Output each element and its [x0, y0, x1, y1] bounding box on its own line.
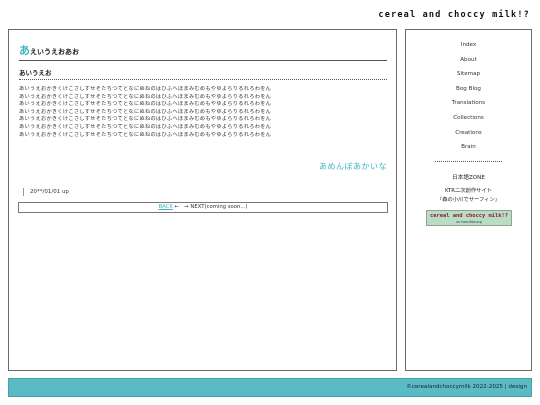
fan-site-link[interactable]: KTR二次創作サイト 『森の小川でサーフィン』	[406, 187, 531, 204]
sidebar: Index About Sitemap Bog Blog Translation…	[405, 29, 532, 371]
pager: BACK ← → NEXT(coming soon...)	[18, 202, 388, 213]
banner-title: cereal and choccy milk!?	[430, 213, 508, 219]
pager-arrows: ← →	[174, 204, 189, 210]
body-line: あいうえおかきくけこさしすせそたちつてとなにぬねのはひふへほまみむめもやゆよらり…	[19, 86, 272, 92]
body-line: あいうえおかきくけこさしすせそたちつてとなにぬねのはひふへほまみむめもやゆよらり…	[19, 108, 272, 115]
next-link: NEXT(coming soon...)	[190, 204, 248, 210]
nav-item-sitemap[interactable]: Sitemap	[406, 69, 531, 84]
body-line: あいうえおかきくけこさしすせそたちつてとなにぬねのはひふへほまみむめもやゆよらり…	[19, 131, 272, 138]
fan-site-line-2: 『森の小川でサーフィン』	[436, 196, 501, 203]
site-title[interactable]: cereal and choccy milk!?	[378, 10, 530, 20]
nav-item-brain[interactable]: Brain	[406, 142, 531, 157]
japanese-zone-link[interactable]: 日本語ZONE	[406, 173, 531, 181]
site-banner[interactable]: cereal and choccy milk!? on neocities.or…	[426, 210, 512, 226]
page-title-initial: あ	[19, 44, 30, 57]
body-line: あいうえおかきくけこさしすせそたちつてとなにぬねのはひふへほまみむめもやゆよらり…	[19, 93, 272, 100]
main-panel: あえいうえおあお あいうえお あいうえおかきくけこさしすせそたちつてとなにぬねの…	[8, 29, 397, 371]
sidebar-divider	[435, 161, 502, 162]
nav-item-index[interactable]: Index	[406, 40, 531, 55]
post-date: 20**/01/01 up	[23, 188, 69, 196]
page-title: あえいうえおあお	[19, 42, 387, 61]
footer: ©cerealandchoccymilk 2022-2025 | design	[8, 378, 532, 397]
nav-item-collections[interactable]: Collections	[406, 113, 531, 128]
body-line: あいうえおかきくけこさしすせそたちつてとなにぬねのはひふへほまみむめもやゆよらり…	[19, 116, 272, 123]
aside-title: あめんぼあかいな	[319, 162, 387, 171]
page-title-text: えいうえおあお	[30, 48, 79, 56]
body-line: あいうえおかきくけこさしすせそたちつてとなにぬねのはひふへほまみむめもやゆよらり…	[19, 101, 272, 108]
body-line: あいうえおかきくけこさしすせそたちつてとなにぬねのはひふへほまみむめもやゆよらり…	[19, 123, 272, 130]
section-heading: あいうえお	[19, 67, 387, 80]
nav-item-translations[interactable]: Translations	[406, 98, 531, 113]
sidebar-nav: Index About Sitemap Bog Blog Translation…	[406, 40, 531, 157]
nav-item-blog[interactable]: Bog Blog	[406, 84, 531, 99]
banner-subtitle: on neocities.org	[456, 220, 482, 224]
footer-text: ©cerealandchoccymilk 2022-2025 | design	[406, 384, 527, 390]
body-text: あいうえおかきくけこさしすせそたちつてとなにぬねのはひふへほまみむめもやゆよらり…	[19, 86, 389, 139]
back-link[interactable]: BACK	[159, 204, 173, 210]
nav-item-about[interactable]: About	[406, 55, 531, 70]
nav-item-creations[interactable]: Creations	[406, 128, 531, 143]
fan-site-line-1: KTR二次創作サイト	[444, 188, 493, 194]
